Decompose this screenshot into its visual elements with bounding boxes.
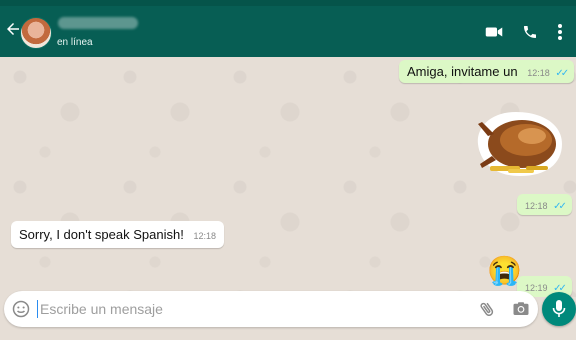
read-receipt-icon: ✓✓ <box>555 68 569 79</box>
voice-message-button[interactable] <box>542 292 576 326</box>
message-text: Sorry, I don't speak Spanish! <box>19 227 184 242</box>
roast-chicken-sticker[interactable] <box>470 106 566 182</box>
message-time: 12:18 <box>525 201 548 211</box>
status-bar <box>0 0 576 6</box>
contact-status: en línea <box>57 37 93 48</box>
message-input[interactable]: Escribe un mensaje <box>40 301 163 317</box>
contact-avatar[interactable] <box>20 17 52 49</box>
more-options-icon[interactable] <box>548 20 572 44</box>
message-time: 12:19 <box>525 283 548 293</box>
message-text: Amiga, invitame un <box>407 64 518 79</box>
read-receipt-icon: ✓✓ <box>553 201 567 212</box>
message-list[interactable]: Amiga, invitame un 12:18 ✓✓ 12:18 ✓✓ Sor… <box>0 57 576 297</box>
contact-name-blurred[interactable] <box>58 17 138 29</box>
message-time: 12:18 <box>193 231 216 241</box>
text-cursor <box>37 300 38 318</box>
attach-icon[interactable] <box>478 300 496 318</box>
video-call-icon[interactable] <box>482 20 506 44</box>
outgoing-message-meta[interactable]: 12:18 ✓✓ <box>517 194 572 215</box>
chat-header: en línea <box>0 0 576 57</box>
message-composer: Escribe un mensaje <box>4 291 538 327</box>
microphone-icon <box>552 300 566 317</box>
emoji-icon[interactable] <box>12 300 30 318</box>
incoming-message[interactable]: Sorry, I don't speak Spanish! 12:18 <box>11 221 224 248</box>
message-time: 12:18 <box>527 68 550 78</box>
camera-icon[interactable] <box>512 300 530 318</box>
voice-call-icon[interactable] <box>518 20 542 44</box>
outgoing-message[interactable]: Amiga, invitame un 12:18 ✓✓ <box>399 60 575 83</box>
